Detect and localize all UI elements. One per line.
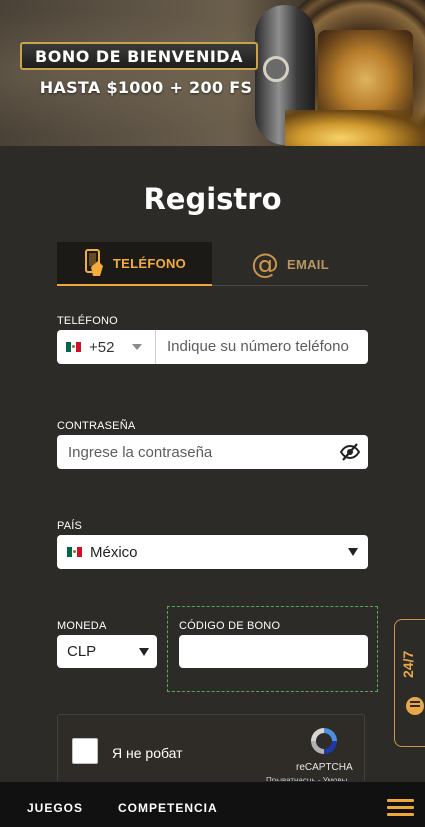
vault-wheel: [263, 56, 289, 82]
recaptcha-brand: reCAPTCHA: [296, 762, 353, 773]
currency-select[interactable]: CLP: [57, 635, 157, 668]
password-placeholder: Ingrese la contraseña: [68, 443, 213, 461]
bonus-title: BONO DE BIENVENIDA: [35, 46, 243, 66]
phone-placeholder: Indique su número teléfono: [167, 338, 349, 355]
country-code-value: +52: [89, 338, 115, 356]
country-label: PAÍS: [57, 520, 83, 532]
mexico-flag-icon: [67, 547, 82, 557]
hamburger-menu-icon[interactable]: [387, 799, 414, 817]
country-code-select[interactable]: +52: [57, 330, 156, 364]
tab-phone[interactable]: TELÉFONO: [57, 242, 212, 286]
support-247-label: 24/7: [400, 650, 416, 678]
gold-coins: [285, 110, 425, 146]
currency-label: MONEDA: [57, 620, 107, 632]
caret-down-icon: [348, 548, 358, 556]
bonus-code-label: CÓDIGO DE BONO: [179, 620, 281, 632]
mexico-flag-icon: [66, 342, 81, 352]
country-value: México: [90, 543, 138, 561]
support-247-button[interactable]: 24/7: [394, 619, 425, 747]
password-input[interactable]: Ingrese la contraseña: [57, 435, 368, 469]
bonus-title-box: BONO DE BIENVENIDA: [20, 42, 258, 70]
caret-down-icon: [139, 648, 149, 656]
phone-label: TELÉFONO: [57, 315, 118, 327]
recaptcha-label: Я не робат: [112, 745, 183, 761]
eye-off-icon[interactable]: [340, 442, 360, 462]
tab-phone-label: TELÉFONO: [112, 255, 187, 271]
nav-juegos[interactable]: JUEGOS: [27, 801, 83, 815]
tab-email-label: EMAIL: [287, 256, 329, 272]
bonus-subtitle: HASTA $1000 + 200 FS: [39, 78, 253, 97]
phone-hand-icon: [84, 249, 103, 276]
recaptcha-logo-icon: [311, 728, 337, 754]
tab-email[interactable]: @ EMAIL: [212, 242, 368, 286]
phone-field: +52 Indique su número teléfono: [57, 330, 368, 364]
chevron-down-icon: [132, 344, 143, 350]
nav-competencia[interactable]: COMPETENCIA: [118, 801, 218, 815]
recaptcha-widget: Я не робат reCAPTCHA Прыватнасць - Умовы: [57, 714, 365, 785]
bonus-code-input[interactable]: [179, 635, 368, 668]
vault-gold: [318, 30, 413, 120]
recaptcha-checkbox[interactable]: [72, 738, 98, 764]
password-label: CONTRASEÑA: [57, 420, 136, 432]
bottom-nav: JUEGOS COMPETENCIA: [0, 781, 425, 827]
currency-value: CLP: [67, 643, 97, 660]
phone-input[interactable]: Indique su número teléfono: [156, 338, 368, 356]
at-icon: @: [251, 247, 280, 280]
registration-tabs: TELÉFONO @ EMAIL: [57, 242, 368, 286]
chat-icon: [406, 697, 424, 715]
page-title: Registro: [143, 182, 282, 216]
promo-banner[interactable]: BONO DE BIENVENIDA HASTA $1000 + 200 FS: [0, 0, 425, 146]
country-select[interactable]: México: [57, 535, 368, 569]
